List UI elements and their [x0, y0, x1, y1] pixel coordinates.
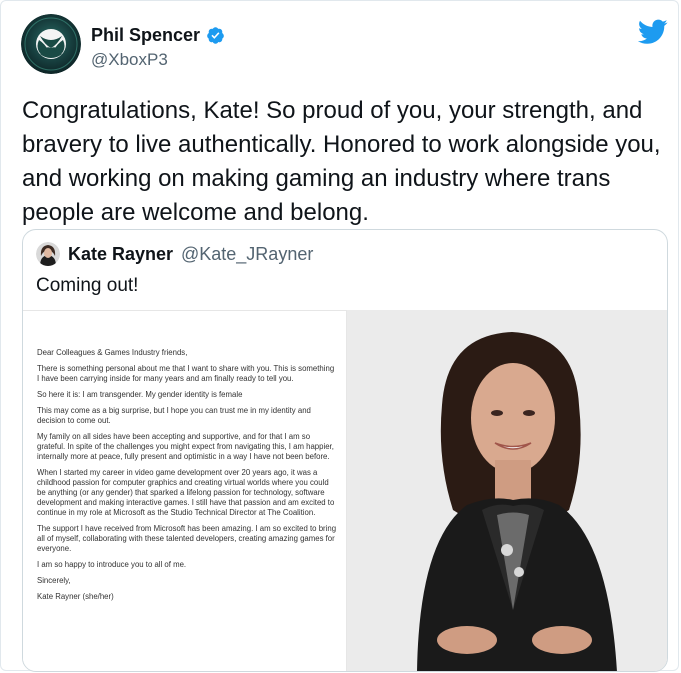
- coming-out-letter-image[interactable]: Dear Colleagues & Games Industry friends…: [23, 310, 347, 671]
- letter-greeting: Dear Colleagues & Games Industry friends…: [37, 348, 188, 357]
- letter-paragraph: The support I have received from Microso…: [37, 524, 337, 553]
- letter-paragraph: There is something personal about me tha…: [37, 364, 335, 383]
- tweet-text: Congratulations, Kate! So proud of you, …: [22, 97, 661, 226]
- portrait-illustration: [347, 310, 667, 671]
- xbox-logo-icon: [21, 14, 81, 74]
- letter-paragraph: This may come as a big surprise, but I h…: [37, 406, 311, 425]
- quoted-tweet-text: Coming out!: [36, 275, 139, 296]
- verified-badge-icon: [206, 26, 225, 45]
- quoted-author-name[interactable]: Kate Rayner: [68, 244, 173, 265]
- quoted-author-avatar[interactable]: [36, 242, 60, 266]
- quoted-tweet[interactable]: Kate Rayner @Kate_JRayner Coming out! De…: [22, 229, 668, 672]
- letter-paragraph: I am so happy to introduce you to all of…: [37, 560, 187, 569]
- author-handle[interactable]: @XboxP3: [91, 50, 168, 70]
- letter-paragraph: My family on all sides have been accepti…: [37, 432, 334, 461]
- author-name[interactable]: Phil Spencer: [91, 25, 200, 46]
- letter-signature: Kate Rayner (she/her): [37, 592, 114, 601]
- twitter-bird-icon[interactable]: [637, 19, 668, 45]
- portrait-photo[interactable]: [347, 310, 667, 671]
- quoted-author-handle[interactable]: @Kate_JRayner: [181, 244, 313, 265]
- letter-paragraph: When I started my career in video game d…: [37, 468, 335, 517]
- letter-text: Dear Colleagues & Games Industry friends…: [37, 348, 337, 608]
- letter-paragraph: So here it is: I am transgender. My gend…: [37, 390, 243, 399]
- letter-signoff: Sincerely,: [37, 576, 71, 585]
- tweet-card: Phil Spencer @XboxP3 Congratulations, Ka…: [0, 0, 679, 672]
- author-name-row[interactable]: Phil Spencer: [91, 25, 225, 46]
- author-avatar[interactable]: [21, 14, 81, 74]
